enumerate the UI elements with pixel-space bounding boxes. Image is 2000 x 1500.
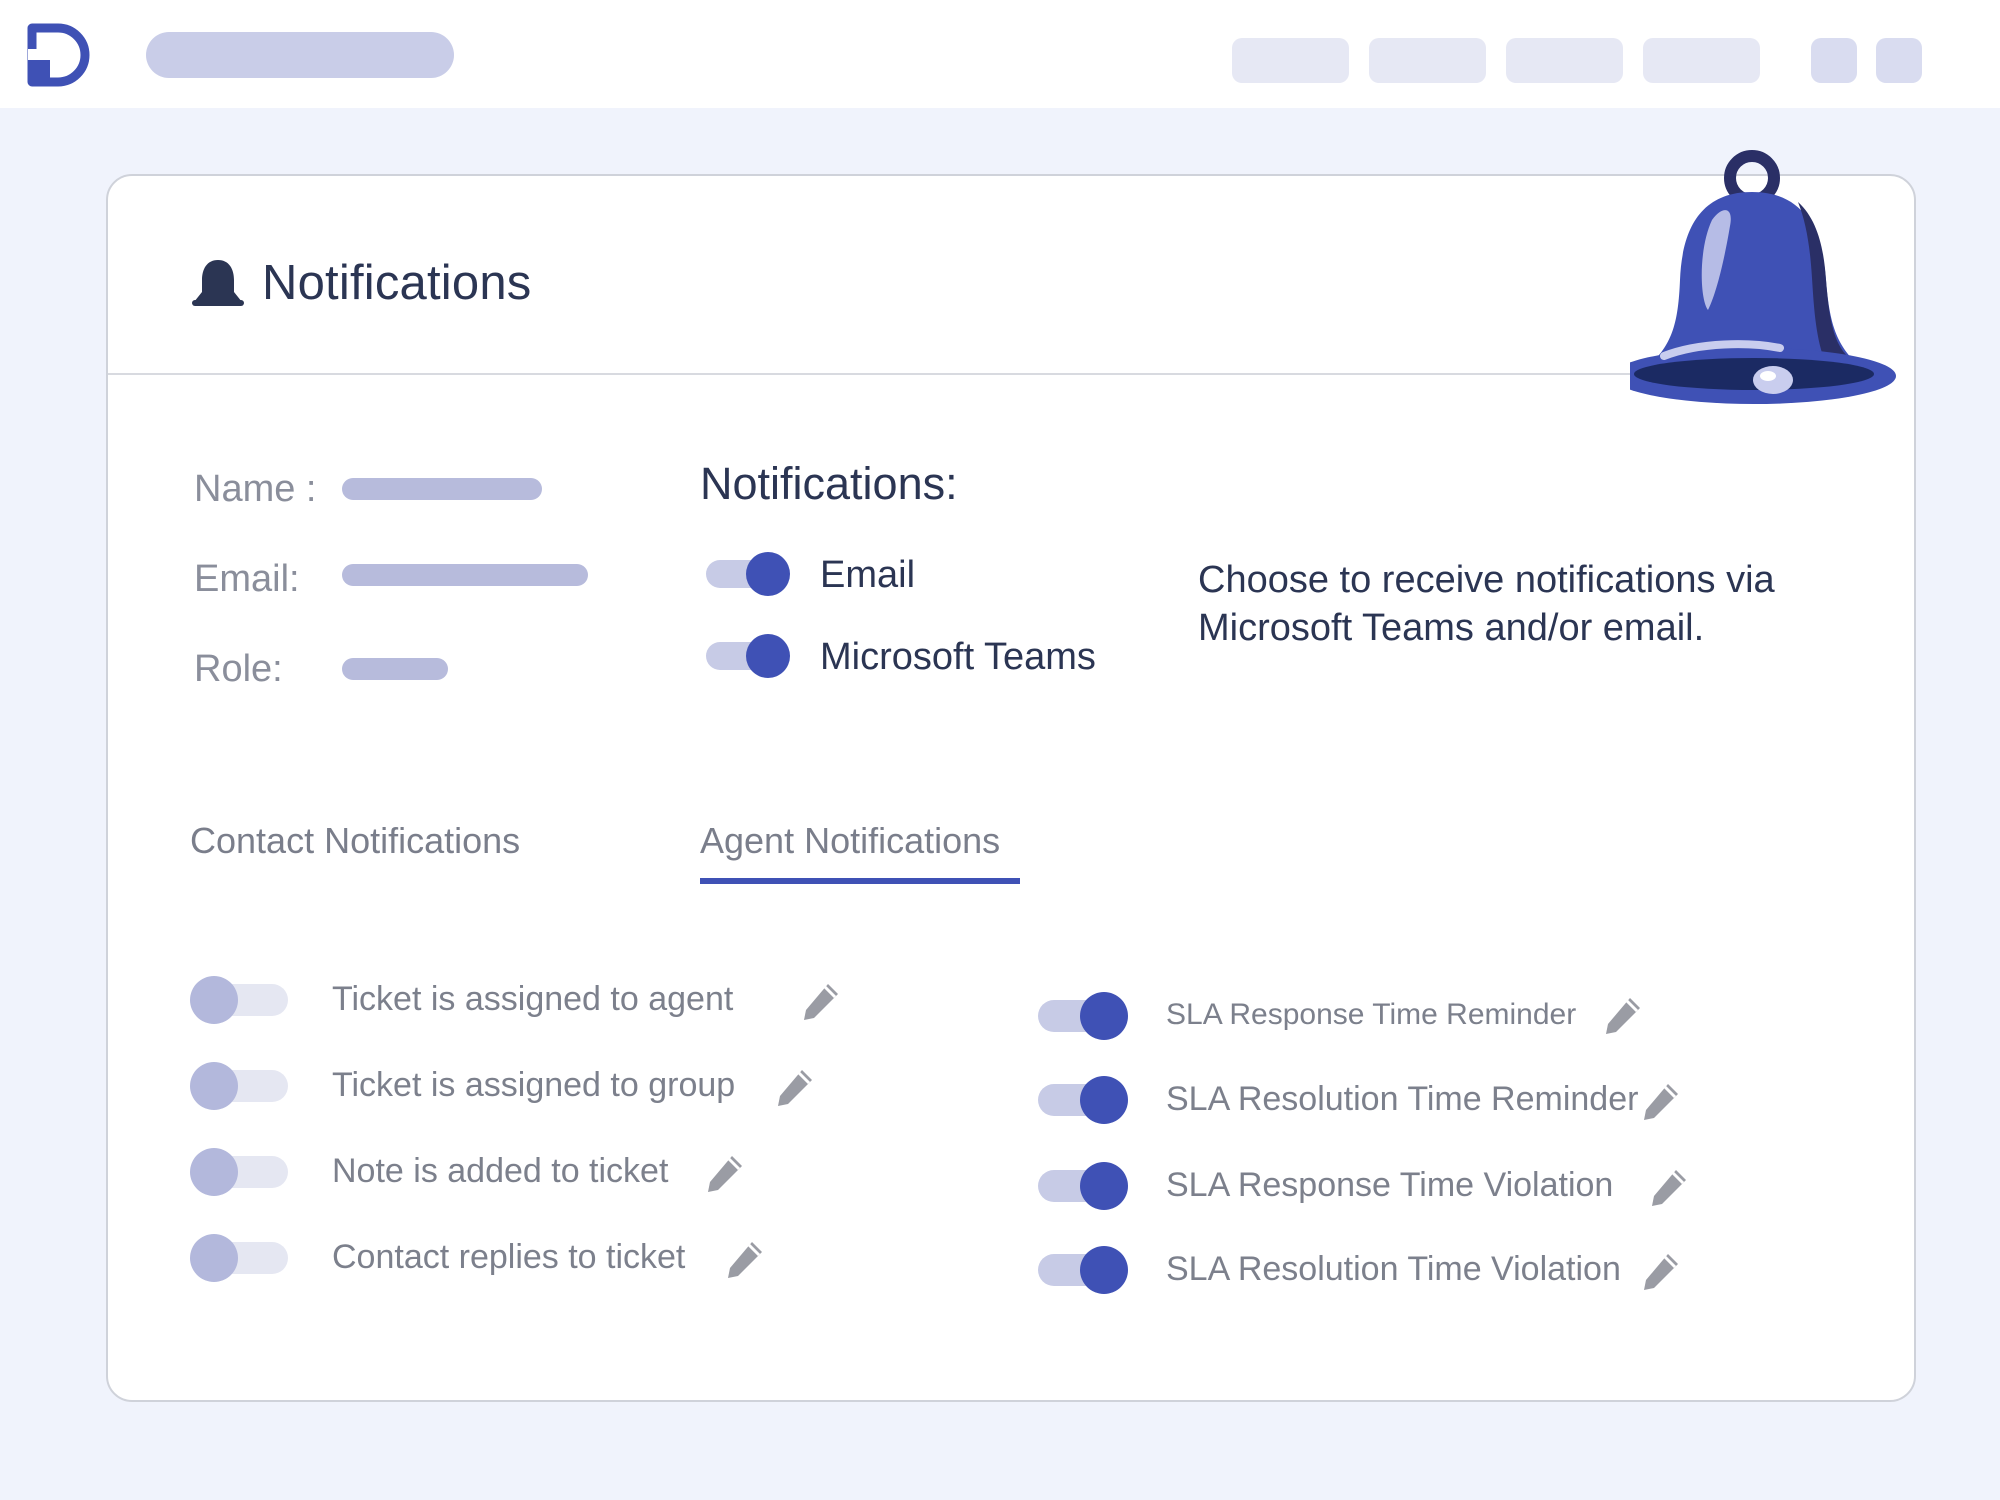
contact-notification-toggle-1[interactable] xyxy=(190,976,288,1024)
contact-notification-label-4: Contact replies to ticket xyxy=(332,1238,686,1276)
pencil-icon[interactable] xyxy=(1638,1250,1682,1294)
contact-notification-label-2: Ticket is assigned to group xyxy=(332,1066,736,1104)
role-label: Role: xyxy=(194,648,283,690)
top-bar xyxy=(0,0,2000,108)
teams-channel-toggle[interactable] xyxy=(706,634,790,678)
channels-helper-text: Choose to receive notifications via Micr… xyxy=(1198,559,1775,649)
agent-notification-label-3: SLA Response Time Violation xyxy=(1166,1166,1614,1204)
agent-notification-label-1: SLA Response Time Reminder xyxy=(1166,998,1577,1031)
card-header: Notifications xyxy=(190,248,532,318)
nav-item-2[interactable] xyxy=(1369,38,1486,83)
name-value-placeholder xyxy=(342,478,542,500)
email-label: Email: xyxy=(194,558,300,600)
channels-heading: Notifications: xyxy=(700,458,958,509)
agent-notification-toggle-2[interactable] xyxy=(1038,1076,1128,1124)
agent-notification-label-2: SLA Resolution Time Reminder xyxy=(1166,1080,1639,1118)
header-divider xyxy=(108,373,1858,375)
pencil-icon[interactable] xyxy=(772,1066,816,1110)
agent-notification-toggle-1[interactable] xyxy=(1038,992,1128,1040)
contact-notification-toggle-2[interactable] xyxy=(190,1062,288,1110)
pencil-icon[interactable] xyxy=(1600,994,1644,1038)
contact-notification-toggle-3[interactable] xyxy=(190,1148,288,1196)
app-logo-icon[interactable] xyxy=(26,22,92,88)
contact-notification-toggle-4[interactable] xyxy=(190,1234,288,1282)
nav-item-4[interactable] xyxy=(1643,38,1760,83)
email-value-placeholder xyxy=(342,564,588,586)
email-channel-toggle[interactable] xyxy=(706,552,790,596)
contact-notification-label-1: Ticket is assigned to agent xyxy=(332,980,734,1018)
large-bell-icon xyxy=(1630,150,1896,404)
pencil-icon[interactable] xyxy=(1638,1080,1682,1124)
pencil-icon[interactable] xyxy=(722,1238,766,1282)
role-value-placeholder xyxy=(342,658,448,680)
agent-notification-toggle-3[interactable] xyxy=(1038,1162,1128,1210)
tab-contact-notifications[interactable]: Contact Notifications xyxy=(190,820,520,862)
pencil-icon[interactable] xyxy=(1646,1166,1690,1210)
search-bar-placeholder[interactable] xyxy=(146,32,454,78)
agent-notification-toggle-4[interactable] xyxy=(1038,1246,1128,1294)
tab-agent-notifications[interactable]: Agent Notifications xyxy=(700,820,1000,862)
bell-icon xyxy=(192,260,244,306)
nav-icon-button-2[interactable] xyxy=(1876,38,1922,83)
teams-channel-label: Microsoft Teams xyxy=(820,636,1096,678)
agent-notification-label-4: SLA Resolution Time Violation xyxy=(1166,1250,1621,1288)
nav-item-1[interactable] xyxy=(1232,38,1349,83)
email-channel-label: Email xyxy=(820,554,916,596)
nav-icon-button-1[interactable] xyxy=(1811,38,1857,83)
page-title: Notifications xyxy=(262,256,532,310)
name-label: Name : xyxy=(194,468,317,510)
contact-notification-label-3: Note is added to ticket xyxy=(332,1152,669,1190)
active-tab-indicator xyxy=(700,878,1020,884)
pencil-icon[interactable] xyxy=(798,980,842,1024)
pencil-icon[interactable] xyxy=(702,1152,746,1196)
nav-item-3[interactable] xyxy=(1506,38,1623,83)
